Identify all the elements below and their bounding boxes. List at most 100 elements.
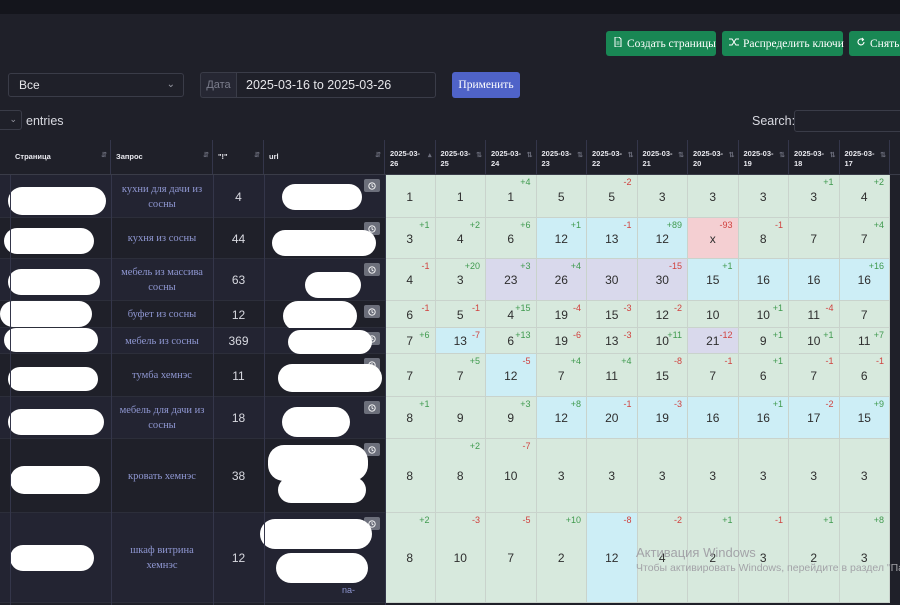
file-icon [613,36,623,50]
count-cell: 12 [213,513,264,603]
position-cell: 7 +5 [435,354,486,397]
status-select[interactable]: Все ⌄ [8,73,184,97]
create-pages-button[interactable]: Создать страницы [606,31,716,56]
position-delta: -3 [623,330,632,340]
header-page-label: Страница [15,152,51,161]
count-value: 369 [228,334,249,348]
search-label: Search: [752,114,796,128]
position-value: 12 [504,368,518,383]
position-cell: 6 +6 [486,218,537,259]
date-range-group: Дата 2025-03-16 to 2025-03-26 [200,72,436,98]
redaction-blob [278,477,366,503]
position-cell: 15 -8 [637,354,688,397]
header-date-col[interactable]: 2025-03-24 ⇅ [486,140,537,174]
position-delta: +1 [419,220,430,230]
position-delta: +4 [873,220,884,230]
remove-button[interactable]: Снять п [849,31,900,56]
position-cell: 4 +2 [839,175,890,218]
url-link[interactable]: na- [342,585,355,595]
position-value: 3 [658,469,666,483]
position-delta: +2 [469,441,480,451]
position-cell: 3 [839,439,890,513]
header-date-col[interactable]: 2025-03-22 ⇅ [587,140,638,174]
position-cell: 3 +20 [435,259,486,301]
position-cell: 8 +2 [385,513,436,603]
header-date-col[interactable]: 2025-03-25 ⇅ [435,140,486,174]
header-count[interactable]: "!" ⇵ [213,140,264,174]
position-delta: -8 [623,515,632,525]
position-value: 1 [456,189,464,204]
position-value: 5 [557,189,565,204]
header-date-col[interactable]: 2025-03-23 ⇅ [536,140,587,174]
header-date-col[interactable]: 2025-03-19 ⇅ [738,140,789,174]
position-value: 16 [807,273,821,287]
position-cell: 30 -15 [637,259,688,301]
redaction-blob [8,409,104,435]
entries-select[interactable]: ⌄ [0,110,22,130]
header-query[interactable]: Запрос ⇵ [111,140,213,174]
clock-icon[interactable] [364,401,380,414]
position-cell: 8 [385,439,436,513]
header-date-col[interactable]: 2025-03-21 ⇅ [637,140,688,174]
clock-icon[interactable] [364,263,380,276]
header-date-col[interactable]: 2025-03-17 ⇅ [839,140,890,174]
position-cell: 2 +10 [536,513,587,603]
clock-icon[interactable] [364,179,380,192]
position-value: 3 [860,469,868,483]
sort-icon: ⇅ [779,152,785,159]
date-label: Дата [200,72,236,98]
position-delta: -1 [724,356,733,366]
position-delta: +1 [823,515,834,525]
position-cell: 8 -1 [738,218,789,259]
header-page[interactable]: Страница ⇵ [10,140,111,174]
header-date-label: 2025-03-17 [844,148,875,168]
position-cell: 3 +1 [385,218,436,259]
position-cell: 12 +89 [637,218,688,259]
header-date-col[interactable]: 2025-03-26 ▴ [385,140,436,174]
date-range-input[interactable]: 2025-03-16 to 2025-03-26 [236,72,436,98]
redaction-blob [288,330,372,354]
position-delta: -3 [623,303,632,313]
position-value: 2 [709,551,717,565]
position-cell: 10 [688,301,739,328]
position-cell: 6 +1 [738,354,789,397]
position-cell: 5 -2 [587,175,638,218]
header-date-col[interactable]: 2025-03-20 ⇅ [688,140,739,174]
chevron-down-icon: ⌄ [166,79,175,90]
position-value: 13 [605,231,619,246]
position-cell: 11 +4 [587,354,638,397]
clock-icon[interactable] [364,305,380,318]
position-value: 7 [557,368,565,383]
position-delta: +16 [868,261,884,271]
position-cell: 8 +2 [435,439,486,513]
apply-button[interactable]: Применить [452,72,520,98]
header-date-label: 2025-03-23 [541,148,572,168]
position-cell: 13 -3 [587,328,638,354]
position-value: 16 [756,273,770,287]
position-delta: +9 [873,399,884,409]
position-value: 9 [456,411,464,425]
position-cell: 6 -1 [385,301,436,328]
header-date-col[interactable]: 2025-03-18 ⇅ [789,140,840,174]
toolbar: Создать страницы Распределить ключи Снят… [606,31,900,56]
header-url[interactable]: url ⇵ [264,140,385,174]
position-cell: 16 +16 [839,259,890,301]
count-cell: 11 [213,354,264,397]
position-value: 7 [507,551,515,565]
position-delta: +8 [570,399,581,409]
position-delta: +1 [772,330,783,340]
position-value: 4 [658,551,666,565]
position-delta: -93 [719,220,733,230]
sort-icon: ⇅ [880,152,886,159]
count-value: 63 [231,273,246,287]
distribute-keys-button[interactable]: Распределить ключи [722,31,844,56]
redaction-blob [282,184,362,210]
position-value: 16 [756,411,770,425]
header-count-label: "!" [218,152,228,161]
search-input[interactable] [794,110,900,132]
position-value: 4 [406,273,414,287]
count-value: 38 [231,469,246,483]
position-delta: +11 [667,330,682,340]
position-cell: 15 +1 [688,259,739,301]
position-cell: 7 +6 [385,328,436,354]
